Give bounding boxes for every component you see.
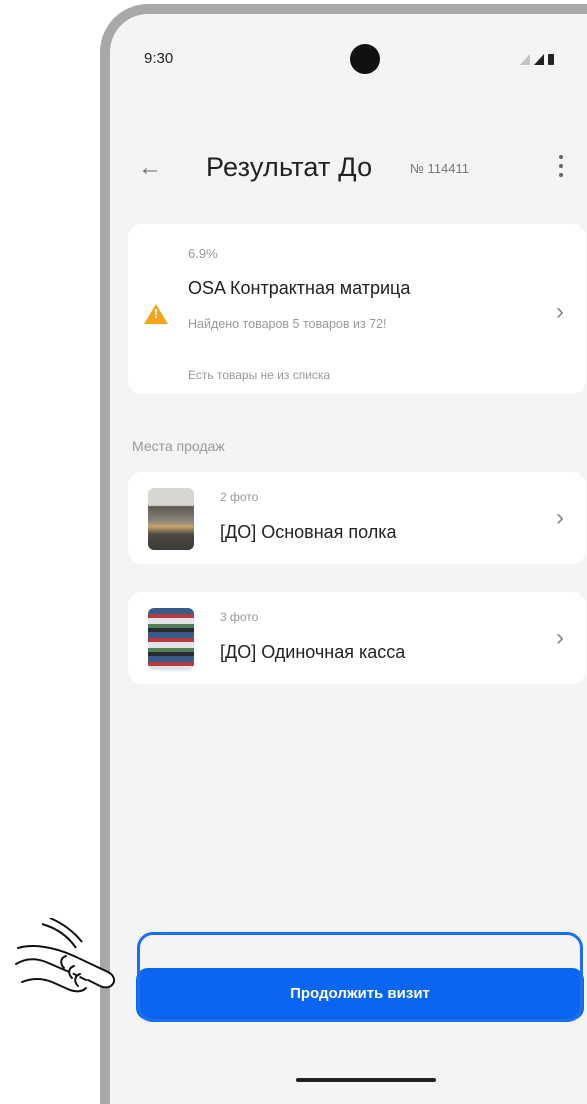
- sales-place-item[interactable]: 2 фото [ДО] Основная полка ›: [128, 472, 586, 564]
- status-icons: [520, 54, 554, 65]
- battery-icon: [548, 54, 554, 65]
- sales-place-item[interactable]: 3 фото [ДО] Одиночная касса ›: [128, 592, 586, 684]
- home-indicator: [296, 1078, 436, 1082]
- matrix-card[interactable]: 6.9% ! OSA Контрактная матрица Найдено т…: [128, 224, 586, 394]
- chevron-right-icon: ›: [556, 624, 564, 651]
- place-name: [ДО] Одиночная касса: [220, 642, 406, 662]
- status-time: 9:30: [144, 50, 174, 67]
- more-menu-icon[interactable]: [558, 155, 564, 177]
- chevron-right-icon: ›: [556, 298, 564, 325]
- chevron-right-icon: ›: [556, 504, 564, 531]
- ticket-number: № 114411: [410, 161, 470, 176]
- back-arrow-icon[interactable]: ←: [138, 154, 162, 182]
- signal-icon: [534, 54, 544, 65]
- section-title-sales-places: Места продаж: [132, 438, 225, 454]
- place-thumbnail: [148, 488, 194, 550]
- matrix-note: Есть товары не из списка: [188, 368, 331, 382]
- pointing-hand-icon: [15, 918, 116, 993]
- page-title: Результат До: [206, 152, 373, 182]
- photo-count: 3 фото: [220, 610, 259, 624]
- place-thumbnail: [148, 608, 194, 670]
- matrix-subtitle: Найдено товаров 5 товаров из 72!: [188, 317, 387, 331]
- matrix-title: OSA Контрактная матрица: [188, 278, 411, 298]
- photo-count: 2 фото: [220, 490, 259, 504]
- camera-notch: [350, 44, 380, 74]
- place-name: [ДО] Основная полка: [220, 522, 397, 542]
- tap-highlight: [137, 932, 583, 1022]
- wifi-icon: [520, 54, 530, 65]
- matrix-percent: 6.9%: [188, 246, 218, 261]
